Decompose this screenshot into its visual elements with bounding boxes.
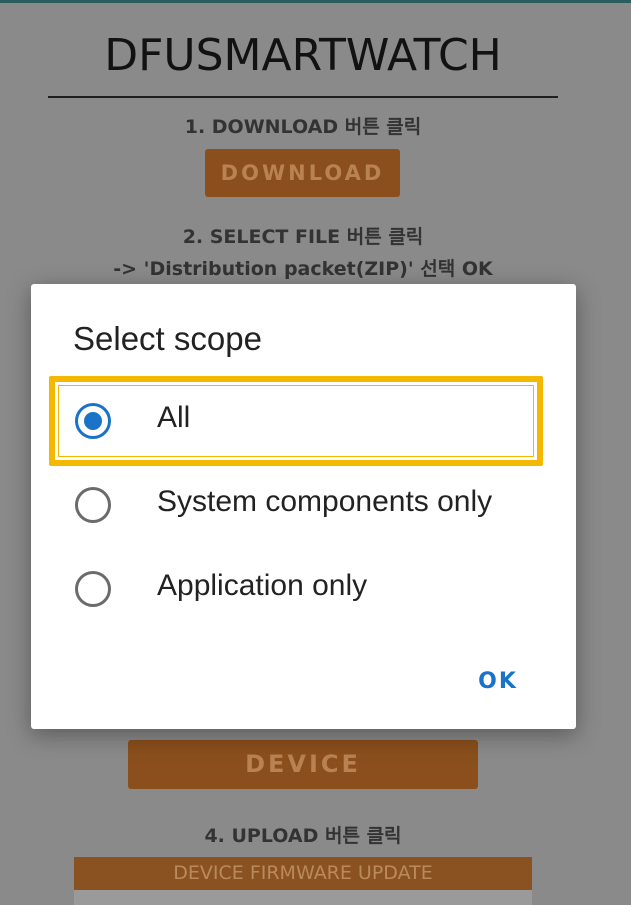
step-4-instruction: 4. UPLOAD 버튼 클릭 bbox=[204, 825, 402, 847]
step-2-instruction: 2. SELECT FILE 버튼 클릭 bbox=[182, 226, 424, 248]
selection-highlight-box bbox=[49, 376, 543, 466]
input-field-partial bbox=[74, 890, 532, 905]
title-divider bbox=[48, 96, 558, 98]
dialog-title: Select scope bbox=[73, 320, 262, 357]
download-button[interactable]: DOWNLOAD bbox=[205, 149, 400, 197]
option-application-only[interactable]: Application only bbox=[49, 547, 543, 631]
top-accent-line bbox=[0, 0, 631, 3]
step-1-instruction: 1. DOWNLOAD 버튼 클릭 bbox=[184, 116, 422, 138]
select-scope-dialog: Select scope All System components only … bbox=[31, 284, 576, 729]
device-firmware-update-button[interactable]: DEVICE FIRMWARE UPDATE bbox=[74, 857, 532, 890]
option-label: Application only bbox=[157, 569, 368, 602]
ok-button[interactable]: OK bbox=[468, 662, 528, 702]
device-button[interactable]: DEVICE bbox=[128, 740, 478, 789]
option-label: System components only bbox=[157, 485, 493, 518]
radio-unchecked-icon[interactable] bbox=[75, 487, 111, 523]
option-system-components-only[interactable]: System components only bbox=[49, 463, 543, 547]
page-title: DFUSMARTWATCH bbox=[104, 30, 502, 81]
radio-unchecked-icon[interactable] bbox=[75, 571, 111, 607]
step-2-detail: -> 'Distribution packet(ZIP)' 선택 OK bbox=[113, 258, 493, 280]
